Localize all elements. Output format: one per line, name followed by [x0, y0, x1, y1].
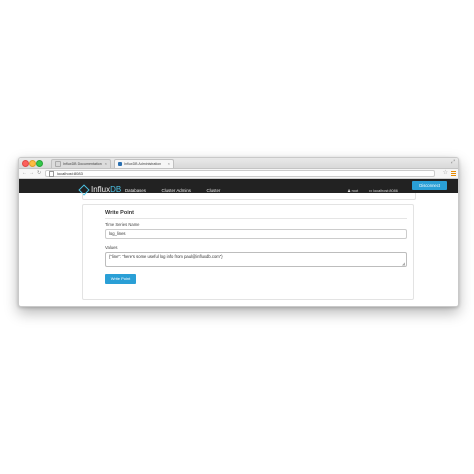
zoom-window-icon[interactable] [36, 160, 43, 167]
connection-info: ♟ root ▭ localhost:8086 Disconnect [347, 179, 447, 193]
tab-title: InfluxDB Documentation [63, 162, 102, 166]
close-window-icon[interactable] [22, 160, 29, 167]
reload-icon[interactable]: ↻ [37, 170, 41, 177]
back-icon[interactable]: ← [22, 170, 27, 177]
url-text: localhost:8083 [57, 171, 83, 177]
fullscreen-icon[interactable]: ⤢ [451, 159, 455, 165]
tab-influxdb-administration[interactable]: InfluxDB Administration × [114, 159, 174, 168]
url-input[interactable]: localhost:8083 [45, 170, 435, 177]
resize-handle-icon[interactable]: ◢ [402, 262, 405, 266]
tab-close-icon[interactable]: × [105, 160, 107, 168]
values-label: Values [105, 245, 118, 250]
tab-close-icon[interactable]: × [168, 160, 170, 168]
series-name-input[interactable]: log_lines [105, 229, 407, 239]
tab-title: InfluxDB Administration [124, 162, 162, 166]
tab-influxdb-documentation[interactable]: InfluxDB Documentation × [51, 159, 111, 168]
tab-bar: InfluxDB Documentation × InfluxDB Admini… [19, 158, 458, 169]
influxdb-favicon-icon [118, 162, 122, 167]
series-name-label: Time Series Name [105, 222, 140, 227]
disconnect-button[interactable]: Disconnect [412, 181, 447, 190]
bookmark-star-icon[interactable]: ☆ [443, 169, 448, 177]
browser-window: InfluxDB Documentation × InfluxDB Admini… [18, 157, 459, 307]
forward-icon[interactable]: → [29, 170, 34, 177]
page-icon [49, 171, 54, 177]
influxdb-logo[interactable]: InfluxDB [78, 181, 121, 196]
write-point-panel: Write Point Time Series Name log_lines V… [82, 204, 414, 300]
write-point-button[interactable]: Write Point [105, 274, 136, 284]
divider [105, 218, 407, 219]
app-navbar: InfluxDB Databases Cluster Admins Cluste… [19, 179, 458, 196]
panel-title: Write Point [105, 210, 134, 216]
values-text: {"line": "here's some useful log info fr… [109, 254, 223, 259]
address-bar: ← → ↻ localhost:8083 ☆ [19, 169, 458, 179]
previous-panel [82, 193, 416, 200]
page-icon [55, 161, 61, 168]
menu-icon[interactable] [451, 170, 456, 176]
minimize-window-icon[interactable] [29, 160, 36, 167]
values-textarea[interactable]: {"line": "here's some useful log info fr… [105, 252, 407, 267]
nav-links: Databases Cluster Admins Cluster [125, 179, 231, 193]
